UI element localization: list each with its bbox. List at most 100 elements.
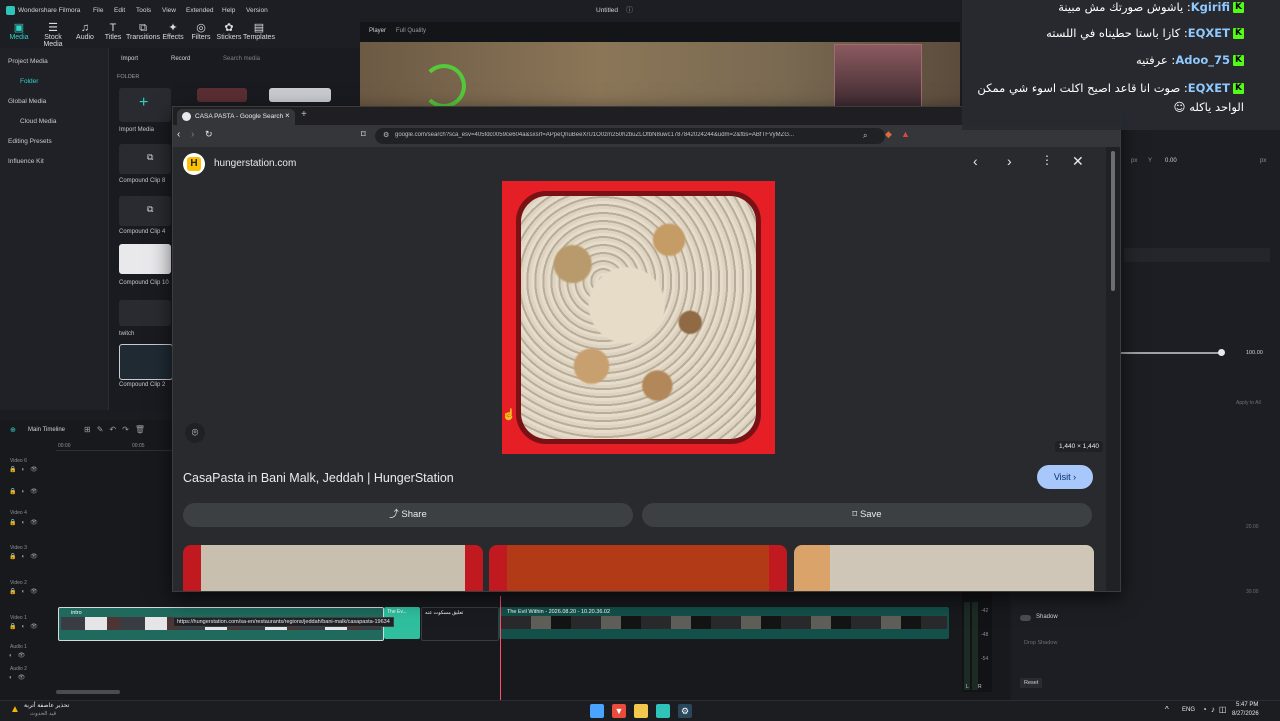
apply-to-all-button[interactable]: Apply to All	[1236, 400, 1261, 406]
steam-icon[interactable]: ⚙	[678, 704, 692, 718]
new-tab-icon[interactable]: +	[301, 109, 307, 120]
media-thumb-twitch[interactable]	[119, 300, 171, 326]
tab-close-icon[interactable]: ×	[285, 111, 290, 120]
scale-slider-handle[interactable]	[1218, 349, 1225, 356]
track-icons[interactable]: 🔒◐👁	[9, 553, 43, 560]
forward-icon[interactable]: ›	[191, 129, 194, 140]
brave-shield-icon[interactable]: ◆	[885, 129, 892, 140]
weather-warning-icon[interactable]: ▲	[10, 704, 20, 715]
media-thumb-extra-1[interactable]	[197, 88, 247, 102]
tool-media[interactable]: ▣ Media	[2, 22, 36, 41]
import-media-tile[interactable]: +	[119, 88, 171, 122]
lens-search-icon[interactable]: ⌾	[185, 423, 205, 443]
visit-button[interactable]: Visit ›	[1037, 465, 1093, 489]
timeline-tools[interactable]: ⊞✎↶↷🗑	[84, 425, 151, 434]
sidebar-project-media[interactable]: Project Media	[8, 58, 48, 65]
tray-chevron-icon[interactable]: ^	[1165, 705, 1169, 714]
bookmark-icon[interactable]: ⌑	[361, 129, 366, 140]
media-thumb-extra-2[interactable]	[269, 88, 331, 102]
track-icons[interactable]: 🔒◐👁	[9, 488, 43, 495]
track-icons[interactable]: ◐👁	[9, 652, 30, 659]
menu-version[interactable]: Version	[246, 7, 268, 14]
status-url: https://hungerstation.com/sa-en/restaura…	[173, 617, 394, 627]
address-bar[interactable]: ⚙ google.com/search?sca_esv=405fdc0059ce…	[375, 128, 885, 144]
reset-button[interactable]: Reset	[1020, 678, 1043, 688]
y-value-input[interactable]: 0.00	[1165, 158, 1177, 164]
zoom-icon[interactable]: ⌕	[863, 131, 867, 141]
menu-tools[interactable]: Tools	[136, 7, 151, 14]
value-a[interactable]: 20.00	[1246, 524, 1259, 530]
track-icons[interactable]: ◐👁	[9, 674, 30, 681]
menu-extended[interactable]: Extended	[186, 7, 213, 14]
reload-icon[interactable]: ↻	[205, 129, 213, 140]
media-label-compound-10: Compound Clip 10	[119, 280, 169, 286]
preview-image[interactable]	[502, 181, 775, 454]
source-domain[interactable]: hungerstation.com	[214, 158, 296, 169]
menu-file[interactable]: File	[93, 7, 103, 14]
close-viewer-icon[interactable]: ✕	[1072, 153, 1084, 170]
related-image-1[interactable]	[183, 545, 483, 591]
save-button[interactable]: ⌑ Save	[642, 503, 1092, 527]
media-thumb-compound-10[interactable]	[119, 244, 171, 274]
brave-icon[interactable]: ▼	[612, 704, 626, 718]
tool-stock-media[interactable]: ☰ Stock Media	[36, 22, 70, 48]
mouse-cursor-icon: ☝	[502, 409, 516, 421]
track-icons[interactable]: 🔒◐👁	[9, 588, 43, 595]
clock-date[interactable]: 8/27/2026	[1232, 711, 1259, 717]
rewards-icon[interactable]: ▲	[901, 129, 910, 139]
playhead[interactable]	[500, 596, 501, 700]
sidebar-influence-kit[interactable]: Influence Kit	[8, 158, 44, 165]
filmora-taskbar-icon[interactable]	[656, 704, 670, 718]
language-indicator[interactable]: ENG	[1182, 707, 1195, 713]
menu-edit[interactable]: Edit	[114, 7, 125, 14]
chat-text: كازا باستا حطيناه في اللسته	[1046, 26, 1181, 40]
info-icon[interactable]: ⓘ	[626, 5, 633, 15]
value-b[interactable]: 30.00	[1246, 589, 1259, 595]
next-image-icon[interactable]: ›	[1007, 153, 1012, 169]
site-info-icon[interactable]: ⚙	[383, 131, 389, 139]
tool-transitions[interactable]: ⧉ Transitions	[126, 22, 160, 41]
sidebar-global-media[interactable]: Global Media	[8, 98, 46, 105]
clock-time[interactable]: 5:47 PM	[1236, 702, 1258, 708]
quality-dropdown[interactable]: Full Quality	[396, 28, 426, 34]
media-thumb-compound-4[interactable]: ⧉	[119, 196, 171, 226]
related-image-2[interactable]	[489, 545, 787, 591]
shadow-toggle[interactable]	[1020, 615, 1031, 621]
track-icons[interactable]: 🔒◐👁	[9, 623, 43, 630]
viewer-scrollbar[interactable]	[1107, 147, 1120, 591]
track-icons[interactable]: 🔒◐👁	[9, 466, 43, 473]
scrollbar-thumb[interactable]	[1111, 151, 1115, 291]
media-search-input[interactable]: Search media	[223, 56, 260, 62]
sidebar-editing-presets[interactable]: Editing Presets	[8, 138, 52, 145]
track-icons[interactable]: 🔒◐👁	[9, 519, 43, 526]
media-thumb-compound-8[interactable]: ⧉	[119, 144, 171, 174]
sidebar-cloud-media[interactable]: Cloud Media	[20, 118, 57, 125]
scale-value[interactable]: 100.00	[1246, 350, 1263, 356]
hungerstation-logo[interactable]: H	[183, 153, 205, 175]
related-image-3[interactable]	[794, 545, 1094, 591]
sidebar-folder[interactable]: Folder	[20, 78, 38, 85]
media-thumb-compound-2[interactable]	[119, 344, 173, 380]
import-dropdown[interactable]: Import	[121, 56, 138, 62]
tray-icons[interactable]: ◔♪◫	[1202, 705, 1230, 714]
more-options-icon[interactable]: ⋮	[1041, 153, 1053, 167]
share-button[interactable]: ⤴ Share	[183, 503, 633, 527]
result-title[interactable]: CasaPasta in Bani Malk, Jeddah | HungerS…	[183, 471, 454, 485]
previous-image-icon[interactable]: ‹	[973, 153, 978, 169]
weather-title[interactable]: تحذير عاصفة أتربة	[24, 702, 69, 709]
back-icon[interactable]: ‹	[177, 129, 180, 140]
tool-templates[interactable]: ▤ Templates	[242, 22, 276, 41]
record-dropdown[interactable]: Record	[171, 56, 190, 62]
drop-shadow-select[interactable]: Drop Shadow	[1024, 640, 1057, 646]
menu-view[interactable]: View	[162, 7, 176, 14]
scale-slider[interactable]	[1120, 352, 1220, 354]
timeline-scrollbar[interactable]	[56, 690, 120, 694]
tab-casa-pasta[interactable]: CASA PASTA - Google Search ×	[177, 109, 295, 125]
file-explorer-icon[interactable]	[634, 704, 648, 718]
tool-stickers[interactable]: ✿ Stickers	[212, 22, 246, 41]
menu-help[interactable]: Help	[222, 7, 235, 14]
clip-evil-within[interactable]: The Evil Within - 2026.08.20 - 10.20.36.…	[499, 607, 949, 639]
clip-arabic[interactable]: تعليق مسكوت عنه	[421, 607, 499, 641]
start-icon[interactable]	[590, 704, 604, 718]
tool-titles[interactable]: T Titles	[96, 22, 130, 41]
